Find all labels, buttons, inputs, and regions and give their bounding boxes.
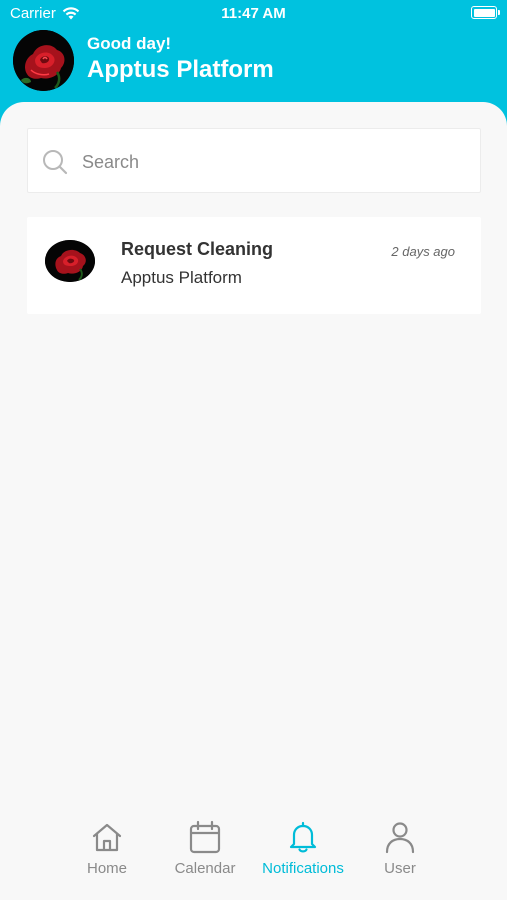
avatar[interactable] [13,30,74,91]
tab-label: Home [86,860,127,877]
tab-label: Calendar [174,860,236,877]
tab-label: User [384,860,416,877]
tab-notifications[interactable]: Notifications [253,820,353,890]
notification-title: Request Cleaning [121,239,274,259]
greeting-text: Good day! [87,34,172,53]
calendar-icon [189,820,221,854]
home-icon [92,823,122,852]
status-bar: Carrier 11:47 AM [0,0,507,28]
rose-avatar-icon [13,30,74,91]
user-icon [385,822,415,854]
page-title: Apptus Platform [87,56,274,83]
search-input[interactable] [82,143,462,181]
bell-icon [289,821,317,853]
tab-label: Notifications [262,860,344,877]
notification-item[interactable]: Request Cleaning Apptus Platform 2 days … [27,217,481,314]
main-content: Request Cleaning Apptus Platform 2 days … [0,102,507,900]
rose-avatar-icon [45,240,95,282]
avatar [45,240,95,282]
clock: 11:47 AM [221,5,286,22]
battery-icon [471,6,500,19]
notification-sender: Apptus Platform [121,268,242,287]
app-header: Good day! Apptus Platform [0,28,507,102]
notification-time: 2 days ago [391,244,455,259]
tab-home[interactable]: Home [57,820,157,890]
search-bar[interactable] [27,128,481,193]
tab-bar: Home Calendar Notifications User [0,810,507,900]
tab-user[interactable]: User [350,820,450,890]
search-icon [43,150,68,175]
tab-calendar[interactable]: Calendar [155,820,255,890]
